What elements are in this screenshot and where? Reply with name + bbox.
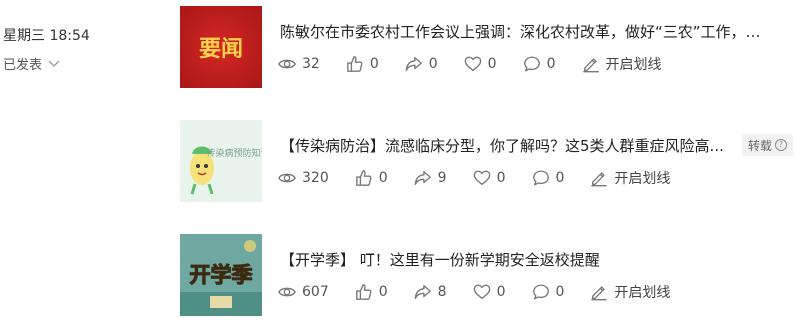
article-row[interactable]: 要闻 陈敏尔在市委农村工作会议上强调：深化农村改革，做好“三农”工作，… 32 … <box>180 6 797 88</box>
eye-icon <box>278 59 296 69</box>
question-icon: ? <box>775 139 788 151</box>
heart-icon <box>464 56 481 71</box>
likes-stat: 0 <box>355 169 388 187</box>
views-stat: 607 <box>278 283 329 301</box>
chevron-down-icon <box>48 60 60 67</box>
highlight-label: 开启划线 <box>614 171 671 187</box>
favorites-count: 0 <box>496 170 506 186</box>
article-thumbnail-health[interactable]: 传染病预防知识 <box>180 120 262 202</box>
article-title[interactable]: 【传染病防治】流感临床分型，你了解吗？这5类人群重症风险高... <box>280 136 730 156</box>
favorites-stat: 0 <box>464 55 497 73</box>
eye-icon <box>278 287 296 297</box>
likes-count: 0 <box>378 170 388 186</box>
highlight-toggle[interactable]: 开启划线 <box>590 282 670 302</box>
views-count: 320 <box>302 170 329 186</box>
repost-tag[interactable]: 转载 ? <box>742 134 794 156</box>
publish-status-dropdown[interactable]: 已发表 <box>3 54 123 73</box>
heart-icon <box>473 284 490 299</box>
shares-count: 0 <box>428 56 438 72</box>
comments-stat: 0 <box>523 55 556 73</box>
likes-stat: 0 <box>346 55 379 73</box>
publish-meta: 星期三 18:54 已发表 <box>3 28 123 73</box>
highlight-toggle[interactable]: 开启划线 <box>582 54 662 74</box>
article-thumbnail-school[interactable]: 开学季 <box>180 234 262 316</box>
comment-icon <box>523 56 540 72</box>
shares-stat: 8 <box>414 283 447 301</box>
comments-count: 0 <box>546 56 556 72</box>
heart-icon <box>473 170 490 185</box>
school-thumb-text: 开学季 <box>190 263 253 287</box>
likes-count: 0 <box>369 56 379 72</box>
views-stat: 32 <box>278 55 320 73</box>
shares-count: 9 <box>437 170 447 186</box>
comments-count: 0 <box>555 284 565 300</box>
health-thumb-text: 传染病预防知识 <box>206 147 262 159</box>
favorites-count: 0 <box>487 56 497 72</box>
thumbs-up-icon <box>355 170 372 186</box>
comment-icon <box>532 284 549 300</box>
views-count: 32 <box>302 56 320 72</box>
shares-stat: 9 <box>414 169 447 187</box>
article-stats: 607 0 8 0 0 开启划线 <box>278 282 670 302</box>
shares-stat: 0 <box>405 55 438 73</box>
article-row[interactable]: 开学季 【开学季】 叮！这里有一份新学期安全返校提醒 607 0 8 0 0 开… <box>180 234 797 316</box>
share-icon <box>414 171 431 185</box>
article-title[interactable]: 【开学季】 叮！这里有一份新学期安全返校提醒 <box>280 250 790 270</box>
publish-time: 星期三 18:54 <box>3 28 90 44</box>
pen-icon <box>591 172 608 187</box>
views-stat: 320 <box>278 169 329 187</box>
comments-stat: 0 <box>532 169 565 187</box>
favorites-stat: 0 <box>473 283 506 301</box>
highlight-label: 开启划线 <box>605 57 662 73</box>
likes-count: 0 <box>378 284 388 300</box>
favorites-stat: 0 <box>473 169 506 187</box>
favorites-count: 0 <box>496 284 506 300</box>
pen-icon <box>591 286 608 301</box>
news-thumb-text: 要闻 <box>199 37 243 62</box>
shares-count: 8 <box>437 284 447 300</box>
publish-status-label: 已发表 <box>3 58 43 73</box>
repost-tag-label: 转载 <box>748 138 773 153</box>
pen-icon <box>582 58 599 73</box>
article-row[interactable]: 传染病预防知识 【传染病防治】流感临床分型，你了解吗？这5类人群重症风险高...… <box>180 120 797 202</box>
thumbs-up-icon <box>346 56 363 72</box>
article-title[interactable]: 陈敏尔在市委农村工作会议上强调：深化农村改革，做好“三农”工作，… <box>280 22 790 42</box>
comment-icon <box>532 170 549 186</box>
comments-stat: 0 <box>532 283 565 301</box>
share-icon <box>405 57 422 71</box>
article-stats: 320 0 9 0 0 开启划线 <box>278 168 670 188</box>
views-count: 607 <box>302 284 329 300</box>
highlight-label: 开启划线 <box>614 285 671 301</box>
comments-count: 0 <box>555 170 565 186</box>
likes-stat: 0 <box>355 283 388 301</box>
highlight-toggle[interactable]: 开启划线 <box>590 168 670 188</box>
share-icon <box>414 285 431 299</box>
article-stats: 32 0 0 0 0 开启划线 <box>278 54 662 74</box>
article-thumbnail-news[interactable]: 要闻 <box>180 6 262 88</box>
eye-icon <box>278 173 296 183</box>
thumbs-up-icon <box>355 284 372 300</box>
